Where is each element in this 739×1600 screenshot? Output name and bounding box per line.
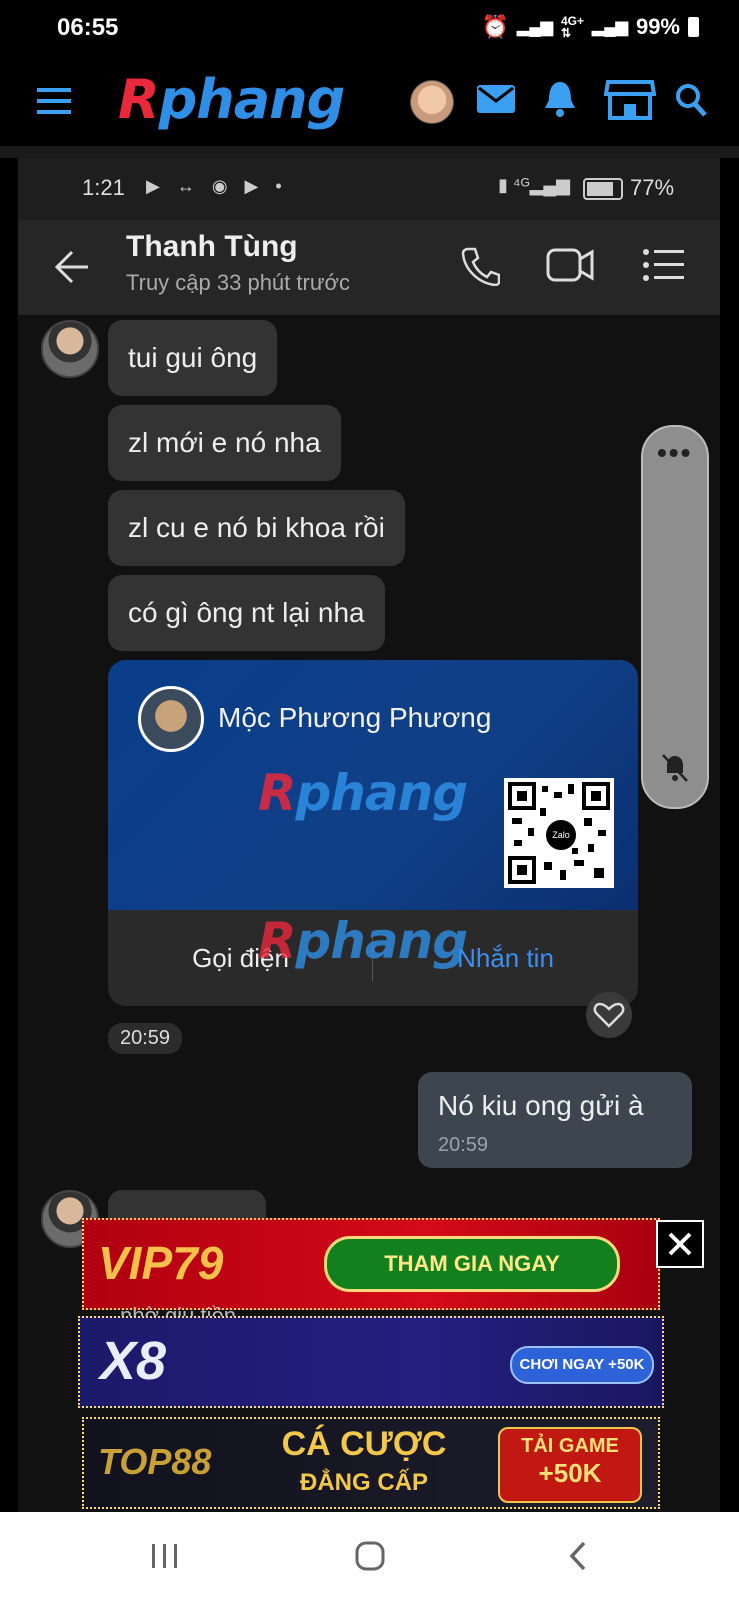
signal-4g-icon: 4G+ ⇅ xyxy=(560,14,584,40)
inner-signal-icons: ▮ ⁴ᴳ▂▄▆ xyxy=(498,175,571,195)
inner-clock: 1:21 xyxy=(82,175,125,200)
alarm-icon: ⏰ xyxy=(481,14,510,39)
qr-code: Zalo xyxy=(504,778,614,888)
inner-battery-icon xyxy=(583,178,623,200)
ad-banner-x8[interactable]: X8 CHƠI NGAY +50K xyxy=(78,1316,664,1408)
message-bubble[interactable]: zl cu e nó bi khoa rồi xyxy=(108,490,405,566)
message-bubble[interactable]: zl mới e nó nha xyxy=(108,405,341,481)
inner-status-bar: 1:21 ▶ ↔ ◉ ▶ • ▮ ⁴ᴳ▂▄▆ 77% xyxy=(18,158,720,220)
list-icon[interactable] xyxy=(642,248,684,282)
my-message-time: 20:59 xyxy=(438,1134,489,1156)
card-contact-name: Mộc Phương Phương xyxy=(218,702,492,733)
ad-banner-vip79[interactable]: VIP79 THAM GIA NGAY xyxy=(82,1218,660,1310)
message-bubble[interactable]: có gì ông nt lại nha xyxy=(108,575,385,651)
nav-back-icon[interactable] xyxy=(566,1540,590,1572)
more-icon[interactable]: ••• xyxy=(657,437,692,469)
ad-brand: TOP88 xyxy=(98,1441,212,1482)
menu-icon[interactable] xyxy=(37,88,71,114)
contact-card-header: Mộc Phương Phương Rphang Zalo xyxy=(108,660,638,910)
card-contact-avatar xyxy=(138,686,204,752)
chat-header: Thanh Tùng Truy cập 33 phút trước xyxy=(18,220,720,315)
message-bubble[interactable]: tui gui ông xyxy=(108,320,278,396)
ad-headline-2: ĐẲNG CẤP xyxy=(299,1469,428,1496)
user-avatar[interactable] xyxy=(410,80,454,124)
outer-status-bar: 06:55 ⏰ ▂▄▆ 4G+ ⇅ ▂▄▆ 99% xyxy=(0,0,739,58)
contact-name: Thanh Tùng xyxy=(126,230,298,263)
site-header: Rphang xyxy=(0,58,739,146)
watermark-logo-2: Rphang xyxy=(258,912,468,970)
my-message-bubble[interactable]: Nó kiu ong gửi à 20:59 xyxy=(418,1072,692,1168)
ad-cta[interactable]: THAM GIA NGAY xyxy=(324,1236,620,1292)
battery-icon xyxy=(688,17,699,37)
inner-battery-percent: 77% xyxy=(630,175,675,200)
outer-status-icons: ⏰ ▂▄▆ 4G+ ⇅ ▂▄▆ 99% xyxy=(482,14,699,40)
zalo-qr-badge: Zalo xyxy=(544,818,578,852)
battery-percent: 99% xyxy=(635,14,680,39)
search-icon[interactable] xyxy=(674,82,708,118)
last-seen-text: Truy cập 33 phút trước xyxy=(126,270,350,295)
outer-clock: 06:55 xyxy=(57,14,119,41)
phone-icon[interactable] xyxy=(460,246,500,286)
ad-brand: VIP79 xyxy=(98,1237,224,1289)
ad-headline-1: CÁ CƯỢC xyxy=(281,1425,447,1463)
site-logo[interactable]: Rphang xyxy=(118,68,345,131)
ad-cta-line-2: +50K xyxy=(538,1458,602,1488)
close-icon xyxy=(668,1232,692,1256)
close-ad-button[interactable] xyxy=(656,1220,704,1268)
ad-cta[interactable]: TẢI GAME +50K xyxy=(498,1427,642,1503)
system-nav-bar xyxy=(0,1512,739,1600)
sender-avatar[interactable] xyxy=(41,320,99,378)
store-icon[interactable] xyxy=(604,78,656,122)
recents-icon[interactable] xyxy=(150,1542,180,1570)
bell-icon[interactable] xyxy=(543,80,577,118)
signal-icon: ▂▄▆ xyxy=(517,19,553,36)
my-message-text: Nó kiu ong gửi à xyxy=(438,1090,644,1121)
contact-card[interactable]: Mộc Phương Phương Rphang Zalo Gọi điện N… xyxy=(108,660,638,1006)
header-gap xyxy=(0,146,739,158)
mute-icon[interactable] xyxy=(661,753,689,783)
watermark-logo: Rphang xyxy=(258,764,468,822)
ad-cta-line-1: TẢI GAME xyxy=(521,1435,619,1457)
heart-icon xyxy=(593,1002,625,1028)
floating-side-panel[interactable]: ••• xyxy=(641,425,709,809)
ad-cta[interactable]: CHƠI NGAY +50K xyxy=(510,1346,654,1384)
message-timestamp: 20:59 xyxy=(108,1023,183,1054)
react-button[interactable] xyxy=(586,992,632,1038)
home-icon[interactable] xyxy=(354,1540,386,1572)
video-icon[interactable] xyxy=(546,246,594,284)
inner-notification-icons: ▶ ↔ ◉ ▶ • xyxy=(146,176,288,196)
mail-icon[interactable] xyxy=(476,84,516,114)
signal-icon-2: ▂▄▆ xyxy=(592,19,628,36)
ad-banner-top88[interactable]: TOP88 CÁ CƯỢC ĐẲNG CẤP TẢI GAME +50K xyxy=(82,1417,660,1509)
ad-brand: X8 xyxy=(100,1331,167,1391)
back-icon[interactable] xyxy=(54,250,90,284)
